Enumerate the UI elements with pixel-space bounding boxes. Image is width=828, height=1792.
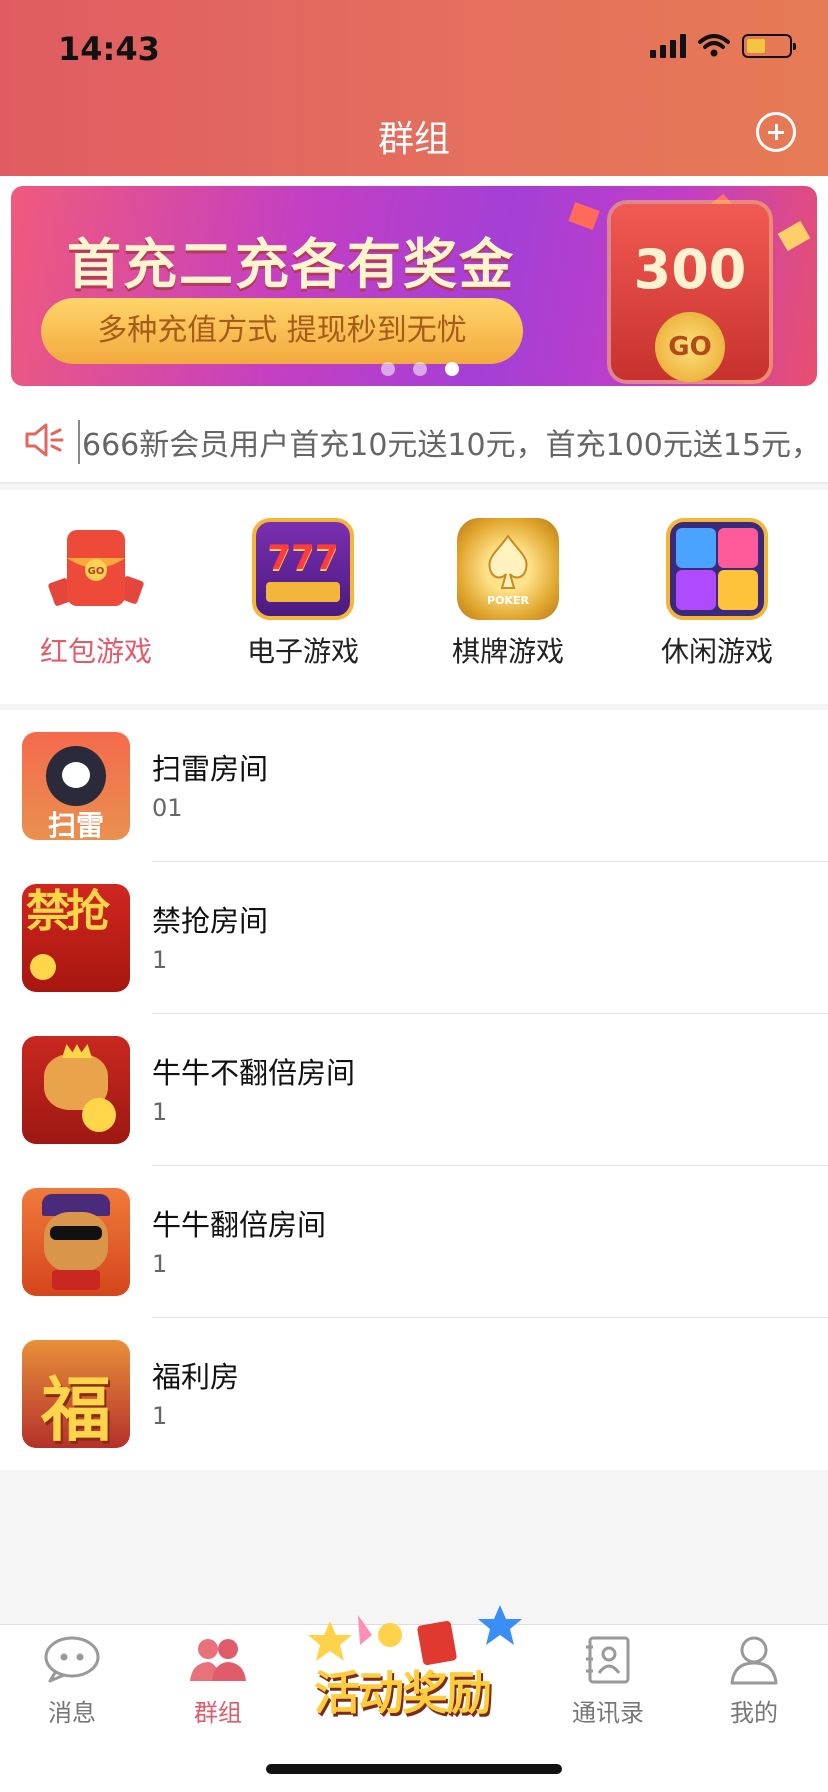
- minesweeper-bomb-icon: 扫雷: [22, 732, 130, 840]
- person-icon: [724, 1635, 784, 1685]
- tab-profile[interactable]: 我的: [684, 1635, 824, 1728]
- slot-777-icon: 777: [252, 518, 354, 620]
- slot-777-text: 777: [267, 538, 339, 578]
- room-icon-text: 禁抢: [26, 886, 110, 937]
- tab-label: 群组: [194, 1699, 242, 1727]
- room-item[interactable]: 牛牛不翻倍房间 1: [0, 1014, 828, 1166]
- room-name: 禁抢房间: [152, 904, 269, 938]
- notice-text: 666新会员用户首充10元送10元，首充100元送15元，: [78, 420, 821, 464]
- battery-icon: [742, 34, 796, 58]
- wifi-icon: [698, 34, 730, 57]
- poker-text: POKER: [487, 594, 529, 607]
- chat-bubble-icon: [42, 1635, 102, 1685]
- gem-blocks-icon: [666, 518, 768, 620]
- tab-label: 通讯录: [572, 1699, 644, 1727]
- carousel-dots: [381, 362, 459, 376]
- tab-contacts[interactable]: 通讯录: [538, 1635, 678, 1728]
- category-electronic[interactable]: 777 电子游戏: [213, 518, 393, 670]
- banner-section: 首充二充各有奖金 多种充值方式 提现秒到无忧 300 GO: [0, 176, 828, 394]
- room-list: 扫雷 扫雷房间 01 禁抢 禁抢房间 1 牛牛不翻倍房间 1 牛牛翻倍房间 1 …: [0, 710, 828, 1470]
- room-name: 牛牛翻倍房间: [152, 1208, 327, 1242]
- room-name: 扫雷房间: [152, 752, 269, 786]
- room-item[interactable]: 扫雷 扫雷房间 01: [0, 710, 828, 862]
- go-badge: GO: [655, 312, 725, 382]
- cellular-signal-icon: [650, 34, 686, 58]
- bull-cartoon-icon: [22, 1036, 130, 1144]
- tab-groups[interactable]: 群组: [148, 1635, 288, 1728]
- category-label: 棋牌游戏: [451, 635, 564, 668]
- room-item[interactable]: 牛牛翻倍房间 1: [0, 1166, 828, 1318]
- room-item[interactable]: 禁抢 禁抢房间 1: [0, 862, 828, 1014]
- status-icons: [650, 34, 796, 58]
- header-bar: 14:43 群组: [0, 0, 828, 176]
- page-title: 群组: [377, 119, 450, 160]
- room-name: 福利房: [152, 1360, 240, 1394]
- category-red-envelope[interactable]: GO 红包游戏: [6, 518, 186, 670]
- tab-label: 我的: [730, 1699, 778, 1727]
- status-time: 14:43: [58, 30, 160, 68]
- room-subtitle: 1: [152, 1250, 168, 1278]
- room-subtitle: 1: [152, 946, 168, 974]
- no-grab-icon: 禁抢: [22, 884, 130, 992]
- room-icon-text: 福: [41, 1369, 111, 1448]
- notice-bar[interactable]: 666新会员用户首充10元送10元，首充100元送15元，: [0, 394, 828, 484]
- room-name: 牛牛不翻倍房间: [152, 1056, 356, 1090]
- category-chess-cards[interactable]: POKER 棋牌游戏: [418, 518, 598, 670]
- add-group-button[interactable]: [756, 112, 796, 152]
- room-subtitle: 1: [152, 1098, 168, 1126]
- red-envelope-icon: GO: [45, 518, 147, 620]
- home-indicator[interactable]: [266, 1764, 562, 1774]
- activity-rewards-button[interactable]: 活动奖励: [300, 1605, 530, 1725]
- tab-label: 消息: [48, 1699, 96, 1727]
- promo-banner[interactable]: 首充二充各有奖金 多种充值方式 提现秒到无忧 300 GO: [11, 186, 817, 386]
- fortune-character-icon: 福: [22, 1340, 130, 1448]
- carousel-dot-active[interactable]: [445, 362, 459, 376]
- category-label: 休闲游戏: [660, 635, 773, 668]
- room-item[interactable]: 福 福利房 1: [0, 1318, 828, 1470]
- tab-messages[interactable]: 消息: [2, 1635, 142, 1728]
- category-label: 电子游戏: [246, 635, 359, 668]
- promo-label: 活动奖励: [314, 1666, 492, 1720]
- svg-text:GO: GO: [88, 566, 105, 577]
- game-categories: GO 红包游戏 777 电子游戏 POKER 棋牌游戏 休闲游戏: [0, 490, 828, 704]
- poker-chip-icon: POKER: [457, 518, 559, 620]
- category-casual[interactable]: 休闲游戏: [627, 518, 807, 670]
- room-icon-text: 扫雷: [47, 809, 104, 840]
- room-subtitle: 01: [152, 794, 183, 822]
- contacts-book-icon: [578, 1635, 638, 1685]
- room-subtitle: 1: [152, 1402, 168, 1430]
- carousel-dot[interactable]: [381, 362, 395, 376]
- bull-sunglasses-icon: [22, 1188, 130, 1296]
- speaker-icon: [25, 423, 64, 457]
- banner-title: 首充二充各有奖金: [67, 233, 515, 296]
- group-people-icon: [188, 1635, 248, 1685]
- banner-amount: 300: [633, 238, 747, 301]
- red-envelope-graphic: 300 GO: [611, 204, 769, 382]
- carousel-dot[interactable]: [413, 362, 427, 376]
- category-label: 红包游戏: [39, 635, 152, 668]
- banner-subtitle: 多种充值方式 提现秒到无忧: [41, 298, 523, 364]
